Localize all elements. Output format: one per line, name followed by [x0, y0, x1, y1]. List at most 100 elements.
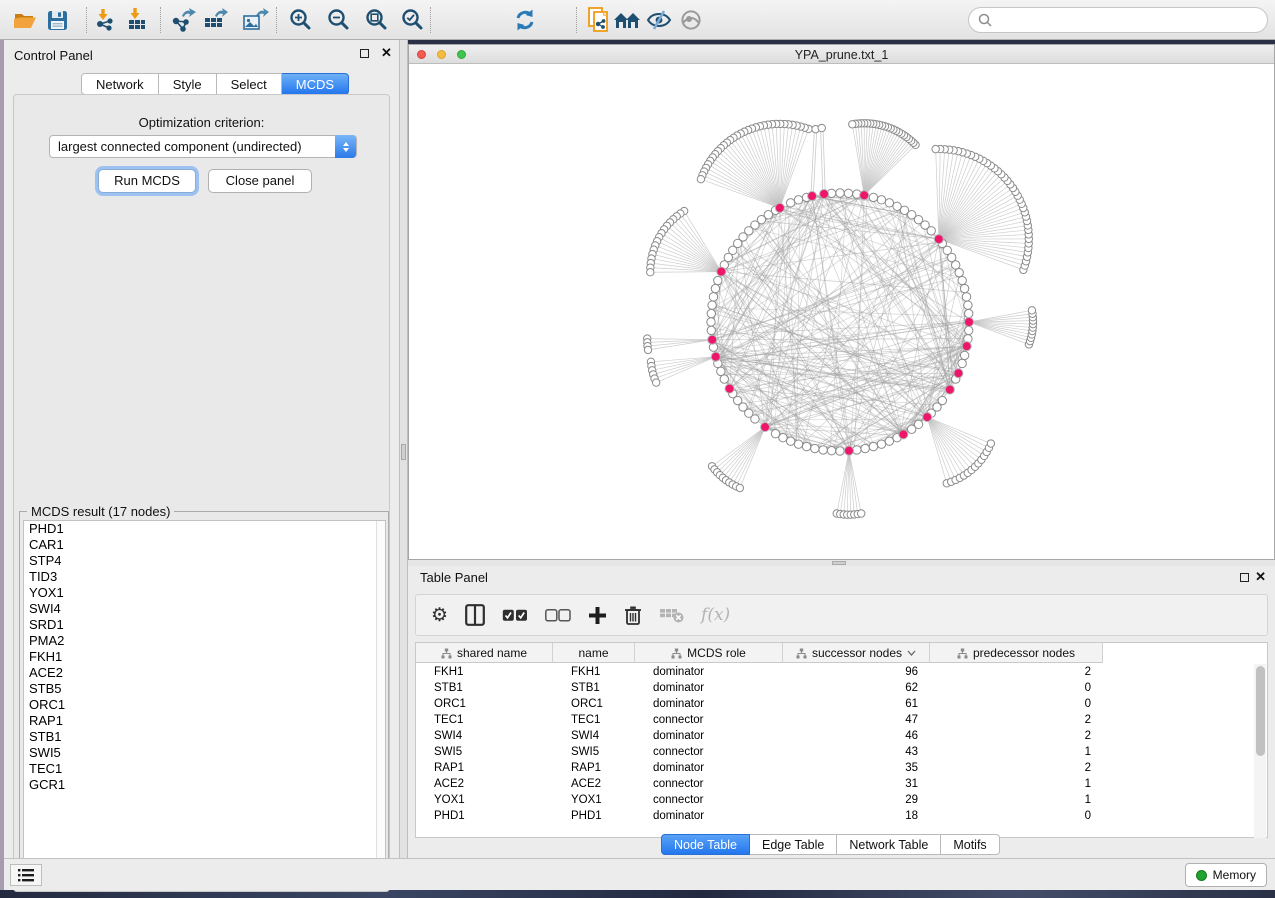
table-cell[interactable]: connector: [635, 714, 783, 726]
network-node[interactable]: [794, 196, 802, 204]
table-cell[interactable]: 47: [783, 714, 930, 726]
table-cell[interactable]: FKH1: [553, 666, 635, 678]
table-scrollbar-thumb[interactable]: [1256, 666, 1265, 756]
tab-motifs[interactable]: Motifs: [941, 834, 999, 855]
network-canvas[interactable]: [409, 64, 1274, 559]
table-cell[interactable]: connector: [635, 794, 783, 806]
network-node[interactable]: [1028, 307, 1035, 314]
network-node[interactable]: [647, 269, 654, 276]
mcds-hub-node[interactable]: [761, 423, 770, 432]
mcds-result-item[interactable]: GCR1: [24, 777, 385, 793]
table-cell[interactable]: SWI4: [553, 730, 635, 742]
network-node[interactable]: [885, 199, 893, 207]
table-cell[interactable]: 1: [930, 746, 1103, 758]
network-node[interactable]: [717, 367, 725, 375]
open-session-button[interactable]: [10, 7, 40, 33]
table-row[interactable]: SWI5SWI5connector431: [416, 744, 1254, 760]
table-cell[interactable]: 2: [930, 730, 1103, 742]
network-node[interactable]: [707, 326, 715, 334]
mcds-result-item[interactable]: ORC1: [24, 697, 385, 713]
network-node[interactable]: [962, 293, 970, 301]
table-cell[interactable]: connector: [635, 778, 783, 790]
network-node[interactable]: [779, 433, 787, 441]
mcds-result-item[interactable]: TID3: [24, 569, 385, 585]
network-node[interactable]: [836, 189, 844, 197]
table-cell[interactable]: 29: [783, 794, 930, 806]
network-node[interactable]: [938, 396, 946, 404]
table-row[interactable]: TEC1TEC1connector472: [416, 712, 1254, 728]
table-cell[interactable]: 31: [783, 778, 930, 790]
table-cell[interactable]: 46: [783, 730, 930, 742]
network-node[interactable]: [965, 309, 973, 317]
table-cell[interactable]: PHD1: [553, 810, 635, 822]
table-row[interactable]: STB1STB1dominator620: [416, 680, 1254, 696]
table-cell[interactable]: FKH1: [416, 666, 553, 678]
network-node[interactable]: [786, 199, 794, 207]
add-column-icon[interactable]: [588, 606, 607, 625]
float-panel-icon[interactable]: [360, 49, 369, 58]
run-mcds-button[interactable]: Run MCDS: [98, 169, 196, 193]
network-node[interactable]: [707, 318, 715, 326]
network-node[interactable]: [885, 437, 893, 445]
close-panel-icon[interactable]: ✕: [381, 44, 392, 61]
network-node[interactable]: [844, 189, 852, 197]
network-node[interactable]: [849, 121, 856, 128]
network-node[interactable]: [958, 276, 966, 284]
mcds-result-item[interactable]: RAP1: [24, 713, 385, 729]
mcds-hub-node[interactable]: [725, 384, 734, 393]
table-row[interactable]: PHD1PHD1dominator180: [416, 808, 1254, 824]
tab-network-table[interactable]: Network Table: [837, 834, 941, 855]
network-node[interactable]: [794, 440, 802, 448]
table-cell[interactable]: dominator: [635, 762, 783, 774]
mcds-hub-node[interactable]: [717, 267, 726, 276]
table-row[interactable]: SWI4SWI4dominator462: [416, 728, 1254, 744]
column-header-name[interactable]: name: [553, 643, 635, 663]
tab-mcds[interactable]: MCDS: [282, 73, 349, 95]
table-row[interactable]: ORC1ORC1dominator610: [416, 696, 1254, 712]
table-row[interactable]: YOX1YOX1connector291: [416, 792, 1254, 808]
mcds-result-item[interactable]: PMA2: [24, 633, 385, 649]
column-header-mcds-role[interactable]: MCDS role: [635, 643, 783, 663]
table-cell[interactable]: 1: [930, 778, 1103, 790]
columns-icon[interactable]: [465, 604, 485, 626]
gear-icon[interactable]: ⚙: [431, 604, 448, 627]
table-cell[interactable]: YOX1: [553, 794, 635, 806]
table-cell[interactable]: 0: [930, 682, 1103, 694]
memory-button[interactable]: Memory: [1185, 863, 1267, 887]
network-node[interactable]: [869, 193, 877, 201]
table-cell[interactable]: 43: [783, 746, 930, 758]
zoom-out-button[interactable]: [324, 7, 354, 33]
tab-edge-table[interactable]: Edge Table: [750, 834, 837, 855]
table-cell[interactable]: dominator: [635, 810, 783, 822]
mcds-result-item[interactable]: SWI5: [24, 745, 385, 761]
column-header-shared-name[interactable]: shared name: [416, 643, 553, 663]
delete-column-icon[interactable]: [624, 605, 642, 626]
mcds-result-item[interactable]: ACE2: [24, 665, 385, 681]
tab-style[interactable]: Style: [159, 73, 217, 95]
vertical-splitter-handle[interactable]: [401, 444, 406, 460]
mcds-hub-node[interactable]: [899, 430, 908, 439]
tab-select[interactable]: Select: [217, 73, 282, 95]
table-cell[interactable]: ORC1: [553, 698, 635, 710]
tab-node-table[interactable]: Node Table: [661, 834, 750, 855]
table-cell[interactable]: 18: [783, 810, 930, 822]
table-rows[interactable]: FKH1FKH1dominator962STB1STB1dominator620…: [416, 664, 1254, 824]
tab-network[interactable]: Network: [81, 73, 159, 95]
network-node[interactable]: [818, 124, 825, 131]
network-node[interactable]: [697, 175, 704, 182]
table-cell[interactable]: TEC1: [416, 714, 553, 726]
save-session-button[interactable]: [42, 7, 72, 33]
table-cell[interactable]: ORC1: [416, 698, 553, 710]
mcds-result-item[interactable]: STB5: [24, 681, 385, 697]
result-list-scrollbar[interactable]: [376, 521, 385, 875]
mcds-result-item[interactable]: STB1: [24, 729, 385, 745]
network-node[interactable]: [958, 359, 966, 367]
hide-selected-button[interactable]: [644, 7, 674, 33]
column-header-predecessor-nodes[interactable]: predecessor nodes: [930, 643, 1103, 663]
mcds-result-item[interactable]: CAR1: [24, 537, 385, 553]
mcds-result-item[interactable]: SWI4: [24, 601, 385, 617]
network-node[interactable]: [877, 196, 885, 204]
network-node[interactable]: [987, 440, 994, 447]
mcds-hub-node[interactable]: [820, 189, 829, 198]
network-node[interactable]: [652, 379, 659, 386]
